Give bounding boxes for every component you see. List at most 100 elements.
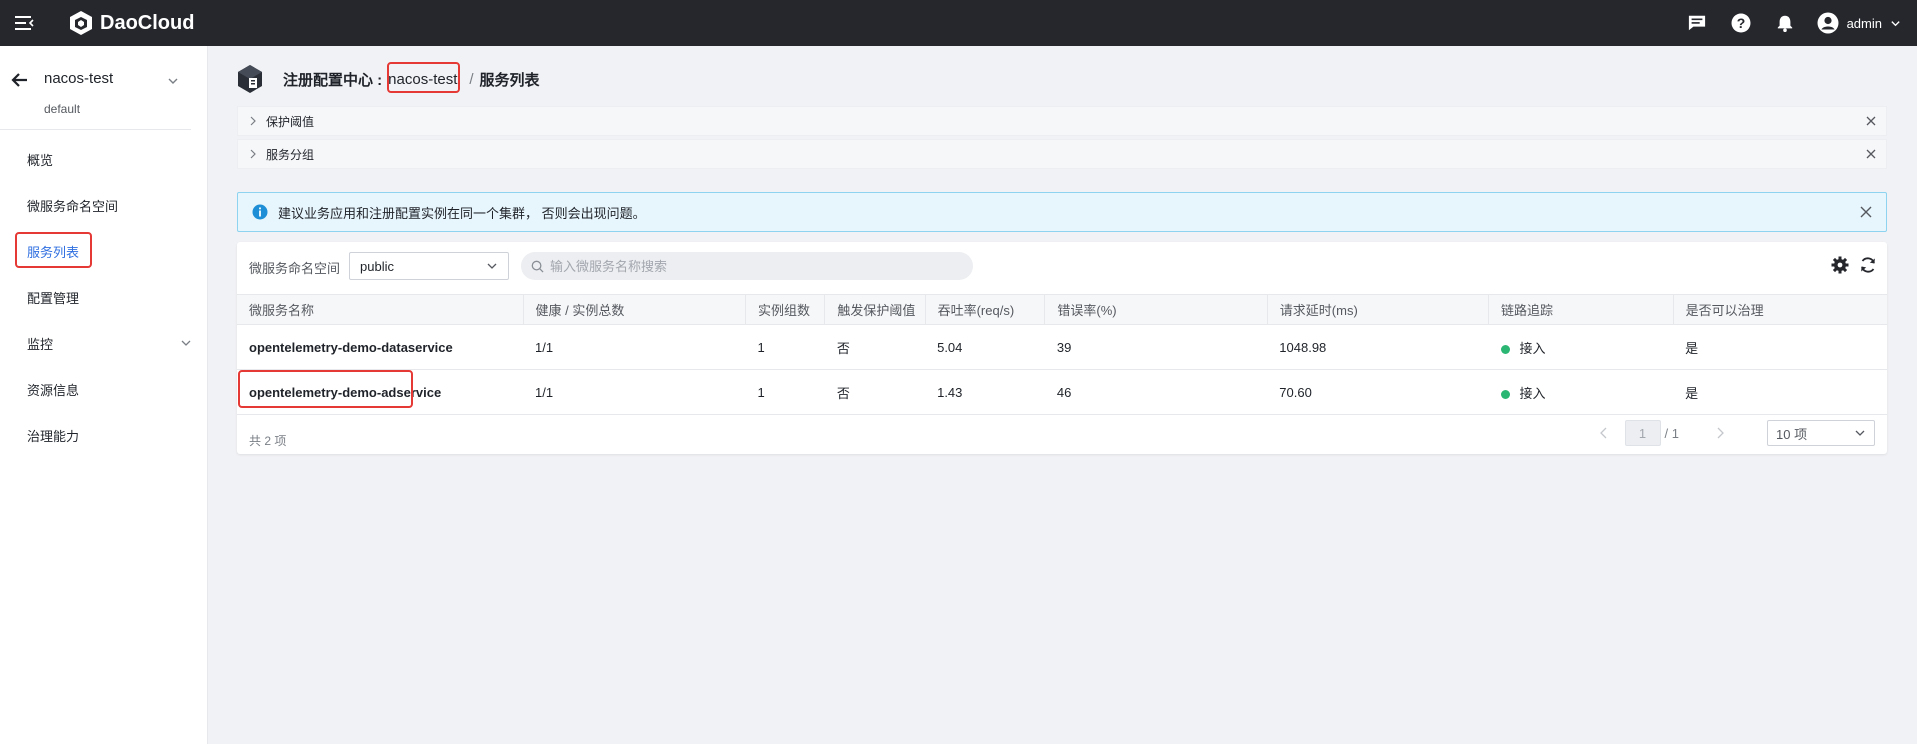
top-bar: DaoCloud ? admin <box>0 0 1917 46</box>
current-page: 1 <box>1638 425 1647 441</box>
help-icon[interactable]: ? <box>1729 11 1753 35</box>
main-content: 注册配置中心 : nacos-test / 服务列表 保护阈值 服务分组 建议业… <box>209 46 1917 744</box>
governable-cell: 是 <box>1673 324 1887 370</box>
tracing-status: 接入 <box>1519 340 1546 356</box>
throughput-cell: 5.04 <box>925 324 1045 370</box>
panel-label: 服务分组 <box>266 147 315 162</box>
brand-logo[interactable]: DaoCloud <box>68 10 194 36</box>
namespace-filter-label: 微服务命名空间 <box>249 261 341 276</box>
user-menu[interactable]: admin <box>1817 12 1901 34</box>
menu-icon[interactable] <box>0 0 50 46</box>
protect-cell: 否 <box>824 369 926 415</box>
sidebar-item-config-management[interactable]: 配置管理 <box>27 288 79 307</box>
instance-name: nacos-test <box>44 70 114 87</box>
svg-text:?: ? <box>1736 15 1745 31</box>
namespace-select-value: public <box>360 258 394 274</box>
throughput-cell: 1.43 <box>925 369 1045 415</box>
column-header-latency: 请求延时(ms) <box>1267 294 1490 325</box>
notification-bell-icon[interactable] <box>1773 11 1797 35</box>
tracing-status: 接入 <box>1519 385 1546 401</box>
health-cell: 1/1 <box>523 369 746 415</box>
table-header-row: 微服务名称 健康 / 实例总数 实例组数 触发保护阈值 吞吐率(req/s) 错… <box>237 294 1887 325</box>
next-page-icon[interactable] <box>1713 426 1727 440</box>
page-total: / 1 <box>1664 425 1679 441</box>
breadcrumb: 注册配置中心 : nacos-test / 服务列表 <box>237 64 540 94</box>
prev-page-icon[interactable] <box>1597 426 1611 440</box>
chevron-right-icon <box>250 149 256 159</box>
info-alert: 建议业务应用和注册配置实例在同一个集群， 否则会出现问题。 <box>237 192 1887 232</box>
chevron-down-icon <box>1855 430 1865 436</box>
close-icon[interactable] <box>1866 116 1876 126</box>
instance-namespace: default <box>44 102 81 116</box>
namespace-select[interactable]: public <box>349 252 509 280</box>
collapse-panel-service-group[interactable]: 服务分组 <box>237 139 1887 169</box>
error-rate-cell: 39 <box>1044 324 1268 370</box>
pagination: 1 / 1 10 项 <box>1597 420 1875 446</box>
health-cell: 1/1 <box>523 324 746 370</box>
sidebar-item-governance[interactable]: 治理能力 <box>27 426 79 445</box>
search-input[interactable] <box>550 258 950 274</box>
column-header-protect: 触发保护阈值 <box>824 294 926 325</box>
close-icon[interactable] <box>1866 149 1876 159</box>
tracing-cell: 接入 <box>1488 369 1674 415</box>
tracing-cell: 接入 <box>1488 324 1674 370</box>
breadcrumb-root[interactable]: 注册配置中心 : <box>283 69 382 90</box>
protect-cell: 否 <box>824 324 926 370</box>
column-header-throughput: 吞吐率(req/s) <box>925 294 1046 325</box>
column-header-name: 微服务名称 <box>237 294 524 325</box>
close-icon[interactable] <box>1860 206 1872 218</box>
gear-icon[interactable] <box>1831 256 1849 274</box>
collapse-panel-protection-threshold[interactable]: 保护阈值 <box>237 106 1887 136</box>
service-table: 微服务名称 健康 / 实例总数 实例组数 触发保护阈值 吞吐率(req/s) 错… <box>237 294 1887 415</box>
username: admin <box>1846 15 1882 31</box>
column-header-health: 健康 / 实例总数 <box>523 294 746 325</box>
registry-logo-icon <box>238 65 262 93</box>
groups-cell: 1 <box>745 369 825 415</box>
instance-switch-chevron-icon[interactable] <box>166 74 180 88</box>
back-arrow-icon[interactable] <box>10 70 30 90</box>
sidebar-header: nacos-test default <box>0 46 191 130</box>
info-icon <box>252 204 268 220</box>
column-header-governable: 是否可以治理 <box>1673 294 1887 325</box>
status-dot <box>1500 389 1510 399</box>
service-list-card: 微服务命名空间 public 微服务名称 健康 / 实例总数 实例组数 触发保护… <box>237 242 1887 454</box>
monitoring-expand-chevron-icon[interactable] <box>180 337 192 349</box>
groups-cell: 1 <box>745 324 825 370</box>
breadcrumb-instance[interactable]: nacos-test <box>382 71 463 88</box>
column-header-tracing: 链路追踪 <box>1488 294 1674 325</box>
sidebar: nacos-test default 概览 微服务命名空间 服务列表 配置管理 … <box>0 46 208 744</box>
page-size-select[interactable]: 10 项 <box>1767 420 1875 446</box>
page-size-value: 10 项 <box>1776 426 1808 442</box>
message-icon[interactable] <box>1685 11 1709 35</box>
page-input[interactable]: 1 <box>1624 420 1661 446</box>
latency-cell: 70.60 <box>1267 369 1489 415</box>
breadcrumb-separator: / <box>469 70 474 88</box>
table-row[interactable]: opentelemetry-demo-adservice 1/1 1 否 1.4… <box>237 369 1887 415</box>
error-rate-cell: 46 <box>1044 369 1268 415</box>
service-name-link[interactable]: opentelemetry-demo-dataservice <box>237 324 523 370</box>
governable-cell: 是 <box>1673 369 1887 415</box>
sidebar-item-resources[interactable]: 资源信息 <box>27 380 79 399</box>
breadcrumb-current: 服务列表 <box>479 71 540 89</box>
alert-text: 建议业务应用和注册配置实例在同一个集群， 否则会出现问题。 <box>278 205 646 221</box>
column-header-groups: 实例组数 <box>745 294 826 325</box>
column-header-error-rate: 错误率(%) <box>1044 294 1268 325</box>
chevron-down-icon <box>487 263 497 269</box>
total-count: 共 2 项 <box>249 434 287 448</box>
sidebar-item-overview[interactable]: 概览 <box>27 150 53 169</box>
panel-label: 保护阈值 <box>266 114 315 129</box>
table-row[interactable]: opentelemetry-demo-dataservice 1/1 1 否 5… <box>237 324 1887 370</box>
refresh-icon[interactable] <box>1859 256 1877 274</box>
sidebar-item-namespaces[interactable]: 微服务命名空间 <box>27 196 118 215</box>
chevron-down-icon <box>1891 20 1900 26</box>
sidebar-item-service-list[interactable]: 服务列表 <box>27 242 79 261</box>
user-avatar-icon <box>1817 12 1839 34</box>
daocloud-logo-icon <box>70 11 92 35</box>
search-icon <box>531 260 544 273</box>
sidebar-item-monitoring[interactable]: 监控 <box>27 334 53 353</box>
chevron-right-icon <box>250 116 256 126</box>
service-search[interactable] <box>521 252 973 280</box>
status-dot <box>1500 344 1510 354</box>
latency-cell: 1048.98 <box>1267 324 1489 370</box>
service-name-link[interactable]: opentelemetry-demo-adservice <box>237 369 523 415</box>
